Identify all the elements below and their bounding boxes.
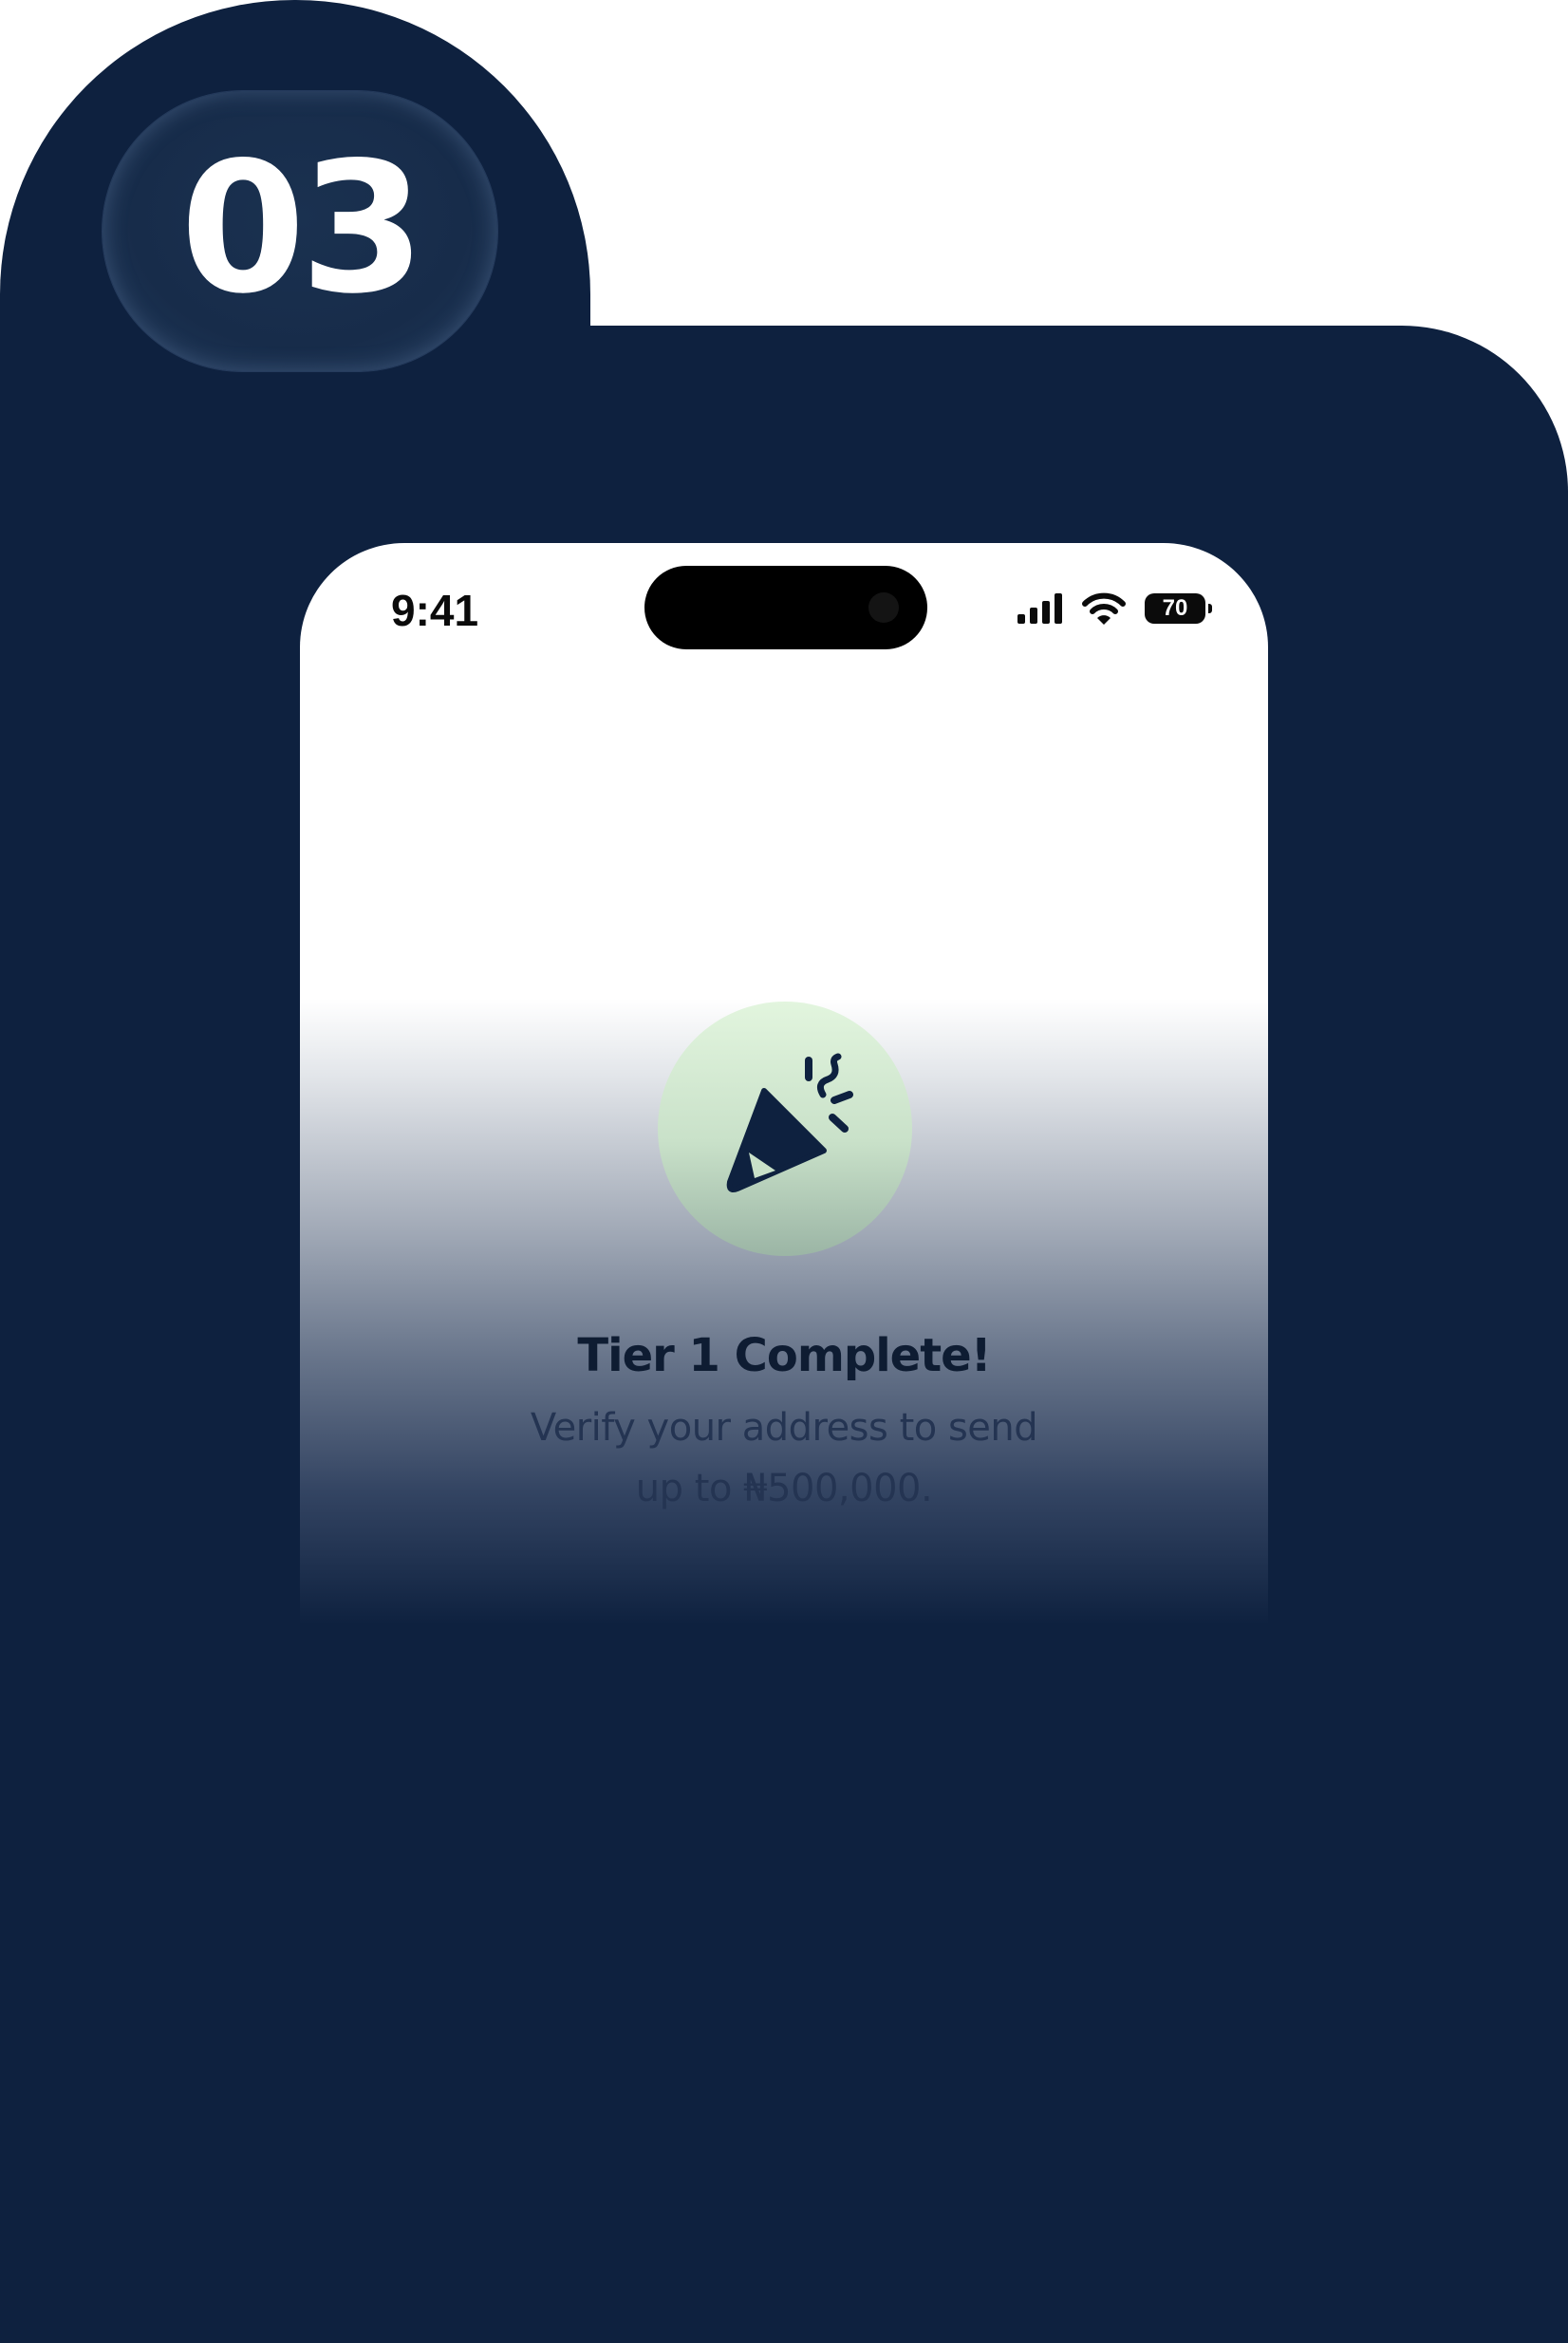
celebration-icon-circle	[658, 1002, 912, 1256]
wifi-icon	[1082, 592, 1126, 625]
step-number: 03	[179, 122, 425, 333]
success-subtitle: Verify your address to send up to ₦500,0…	[300, 1397, 1268, 1519]
signal-icon	[1017, 593, 1062, 624]
success-title: Tier 1 Complete!	[577, 1329, 991, 1382]
dynamic-island	[644, 566, 927, 649]
status-time: 9:41	[391, 586, 479, 635]
battery-level: 70	[1162, 595, 1188, 621]
party-popper-icon	[726, 1053, 853, 1193]
phone-mockup: 9:41 70 Tier 1 Complete! Verify your add…	[300, 543, 1268, 1625]
step-badge: 03	[103, 91, 497, 371]
status-icons: 70	[1017, 592, 1212, 625]
battery-tip	[1208, 604, 1212, 613]
subtitle-line-2: up to ₦500,000.	[635, 1467, 933, 1510]
camera-icon	[868, 592, 899, 623]
subtitle-line-1: Verify your address to send	[530, 1406, 1038, 1450]
battery-icon: 70	[1145, 593, 1212, 624]
